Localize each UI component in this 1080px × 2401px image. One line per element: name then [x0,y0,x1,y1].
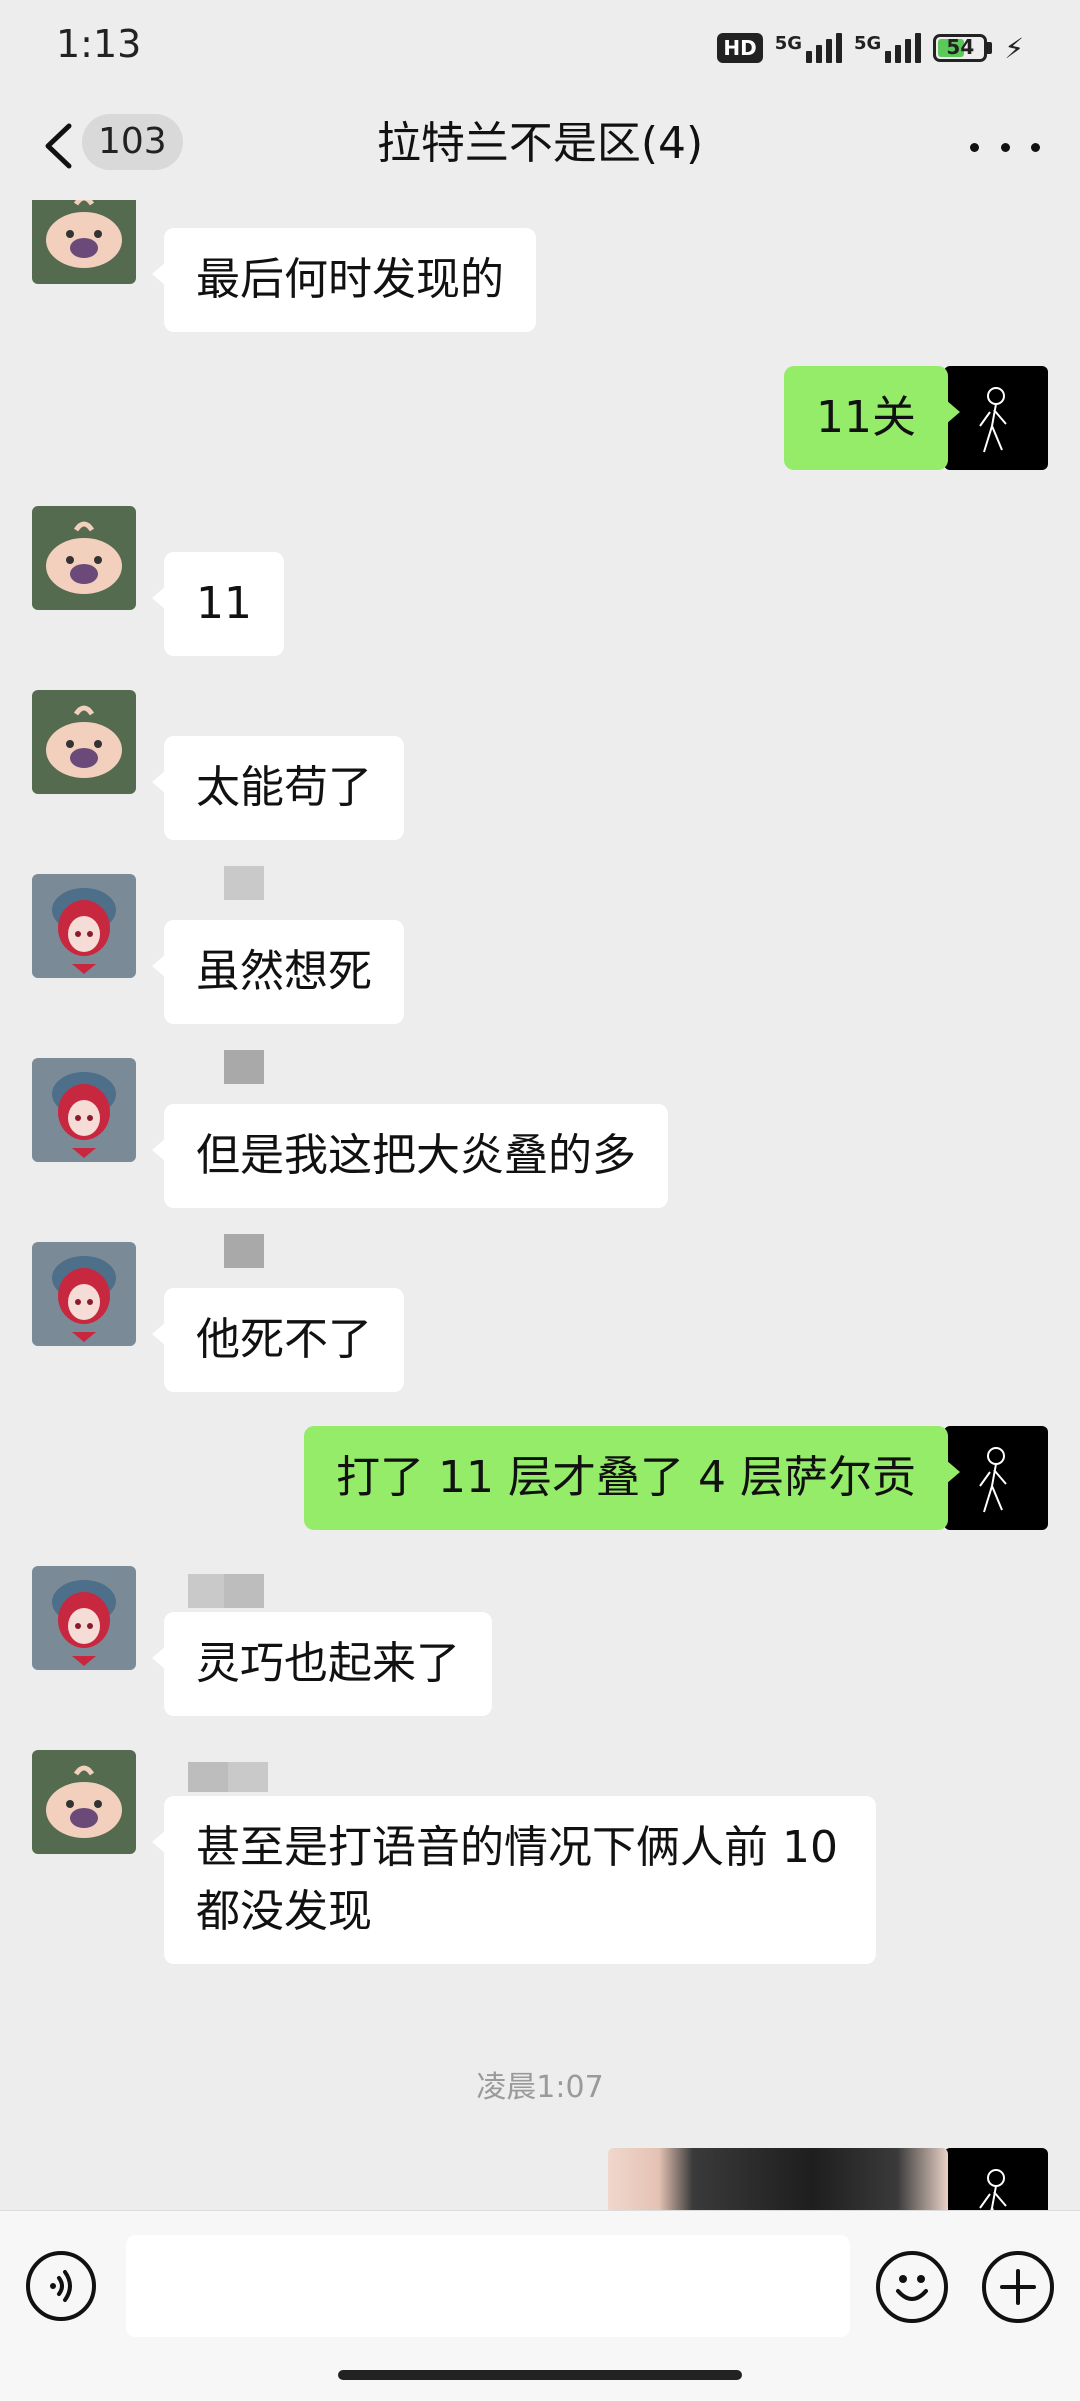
message-list[interactable]: 最后何时发现的 11关 11 太能苟了 虽然想死 但是我这把大炎叠的多 他死不了… [0,200,1080,2210]
sender-name-redacted [164,1574,284,1608]
message-bubble[interactable]: 甚至是打语音的情况下俩人前 10 都没发现 [152,1796,876,1964]
battery-level: 54 [946,35,975,59]
sender-name-redacted [164,1234,284,1268]
chick-avatar[interactable] [32,200,136,284]
message-row: 他死不了 [0,1234,1080,1402]
emoji-button[interactable] [876,2251,948,2323]
status-time: 1:13 [56,22,142,66]
sketch-avatar[interactable] [944,2148,1048,2210]
battery-icon: 54 [933,34,993,62]
message-row: 灵巧也起来了 [0,1566,1080,1726]
chat-title: 拉特兰不是区(4) [376,118,704,169]
status-bar: 1:13 HD 5G 5G 54 ⚡ [0,0,1080,92]
message-bubble[interactable]: 他死不了 [152,1288,404,1392]
sender-name-redacted [164,1762,284,1796]
anime-girl-avatar[interactable] [32,1058,136,1162]
plus-icon [1000,2269,1036,2305]
emoji-icon [896,2275,928,2301]
message-row: 最后何时发现的 [0,200,1080,340]
message-row: 但是我这把大炎叠的多 [0,1050,1080,1218]
message-bubble[interactable]: 打了 11 层才叠了 4 层萨尔贡 [304,1426,960,1530]
network-type-label-2: 5G [854,33,882,54]
message-bubble[interactable]: 最后何时发现的 [152,228,536,332]
message-row: 11 [0,506,1080,666]
message-timestamp: 凌晨1:07 [476,2070,604,2105]
message-bubble[interactable]: 虽然想死 [152,920,404,1024]
network-type-label: 5G [774,33,803,54]
status-icons: HD 5G 5G 54 ⚡ [717,28,1024,68]
chick-avatar[interactable] [32,506,136,610]
message-row: 11关 [0,366,1080,476]
anime-girl-avatar[interactable] [32,1242,136,1346]
message-bubble[interactable]: 但是我这把大炎叠的多 [152,1104,668,1208]
message-row [0,2148,1080,2210]
chat-header: 103 拉特兰不是区(4) [0,92,1080,200]
message-row: 打了 11 层才叠了 4 层萨尔贡 [0,1426,1080,1536]
more-options-button[interactable] [970,122,1040,172]
image-message[interactable] [608,2148,948,2210]
chick-avatar[interactable] [32,1750,136,1854]
message-input[interactable] [126,2235,850,2337]
more-actions-button[interactable] [982,2251,1054,2323]
sender-name-redacted [164,866,284,900]
anime-girl-avatar[interactable] [32,1566,136,1670]
chick-avatar[interactable] [32,690,136,794]
sender-name-redacted [164,1050,284,1084]
message-bubble[interactable]: 11 [152,552,284,656]
charging-icon: ⚡ [1004,31,1024,65]
home-indicator[interactable] [338,2370,742,2380]
message-row: 太能苟了 [0,690,1080,850]
message-bubble[interactable]: 11关 [784,366,960,470]
anime-girl-avatar[interactable] [32,874,136,978]
signal-icon: 5G [774,33,843,63]
signal-icon-2: 5G [854,33,922,63]
message-bubble[interactable]: 太能苟了 [152,736,404,840]
voice-icon [50,2270,72,2302]
message-row: 虽然想死 [0,866,1080,1034]
message-row: 甚至是打语音的情况下俩人前 10 都没发现 [0,1750,1080,1980]
message-bubble[interactable]: 灵巧也起来了 [152,1612,492,1716]
hd-voice-badge: HD [717,33,763,63]
voice-input-button[interactable] [26,2251,96,2321]
